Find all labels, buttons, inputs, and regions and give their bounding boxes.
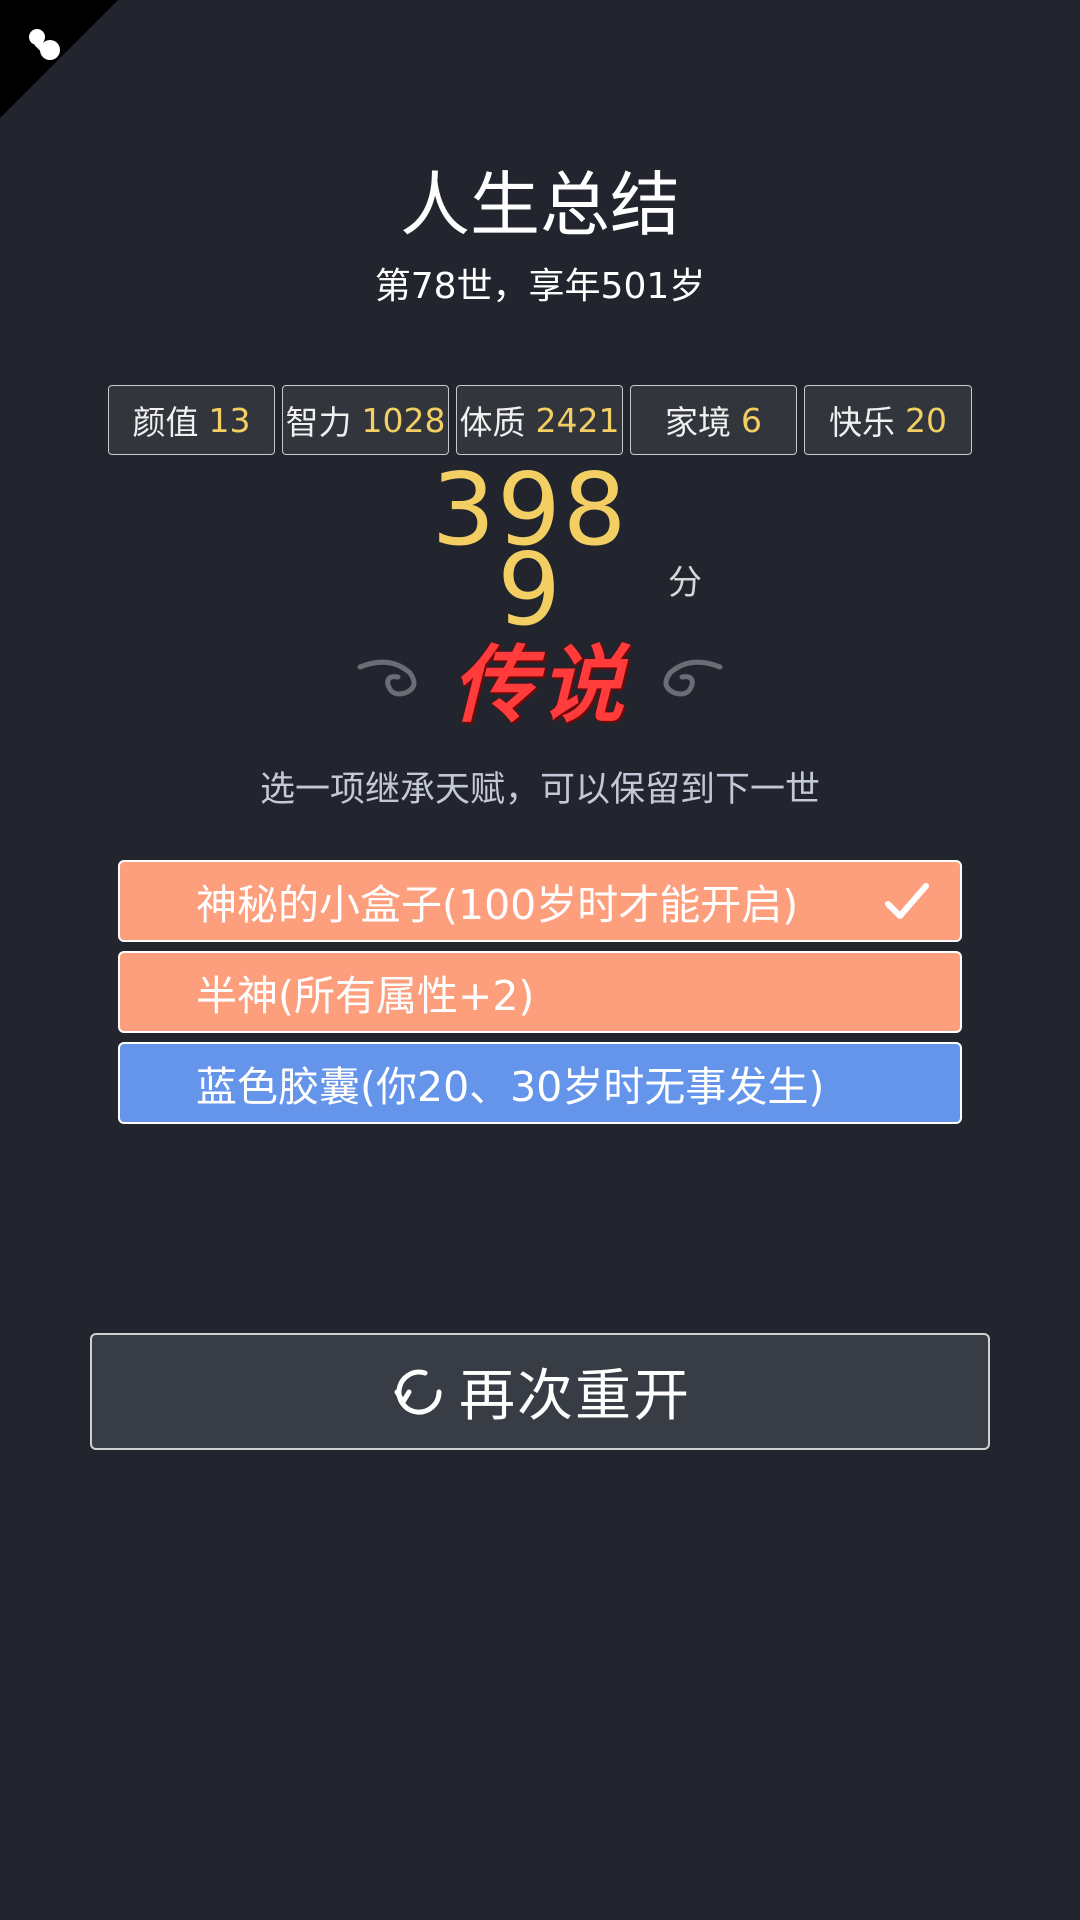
grade-label: 传说 — [451, 635, 628, 734]
stat-value: 6 — [741, 400, 762, 440]
score-display: 3989 — [400, 451, 750, 648]
check-icon — [885, 883, 929, 919]
pawn-icon — [29, 29, 60, 60]
stat-constitution: 体质 2421 — [456, 385, 623, 455]
stat-label: 智力 — [285, 403, 352, 442]
stat-family: 家境 6 — [630, 385, 797, 455]
score-unit: 分 — [668, 563, 702, 603]
restart-button[interactable]: 再次重开 — [90, 1333, 990, 1450]
talent-option-mystery-box[interactable]: 神秘的小盒子(100岁时才能开启) — [118, 860, 962, 942]
life-subtitle: 第78世，享年501岁 — [374, 266, 706, 307]
refresh-icon — [394, 1369, 442, 1415]
grade-banner: 传说 — [0, 635, 1080, 735]
restart-label: 再次重开 — [459, 1364, 691, 1429]
stat-appearance: 颜值 13 — [108, 385, 275, 455]
stat-label: 家境 — [665, 403, 731, 442]
page-title: 人生总结 — [400, 164, 680, 246]
stat-value: 20 — [905, 400, 947, 440]
stat-label: 颜值 — [132, 403, 199, 442]
stat-value: 1028 — [361, 400, 446, 440]
talent-option-label: 神秘的小盒子(100岁时才能开启) — [196, 881, 799, 929]
talent-option-label: 蓝色胶囊(你20、30岁时无事发生) — [196, 1063, 825, 1111]
stat-label: 体质 — [459, 403, 526, 442]
score-value: 3989 — [431, 451, 629, 648]
stat-value: 2421 — [535, 400, 620, 440]
talent-option-label: 半神(所有属性+2) — [196, 972, 535, 1020]
corner-menu-button[interactable] — [0, 0, 118, 118]
stat-value: 13 — [208, 400, 251, 440]
talent-option-demigod[interactable]: 半神(所有属性+2) — [118, 951, 962, 1033]
stat-intelligence: 智力 1028 — [282, 385, 449, 455]
stat-happiness: 快乐 20 — [804, 385, 972, 455]
stat-label: 快乐 — [829, 403, 895, 442]
inherit-hint: 选一项继承天赋，可以保留到下一世 — [259, 770, 820, 810]
stats-row: 颜值 13 智力 1028 体质 2421 家境 6 快乐 20 — [108, 385, 972, 457]
talent-option-blue-capsule[interactable]: 蓝色胶囊(你20、30岁时无事发生) — [118, 1042, 962, 1124]
